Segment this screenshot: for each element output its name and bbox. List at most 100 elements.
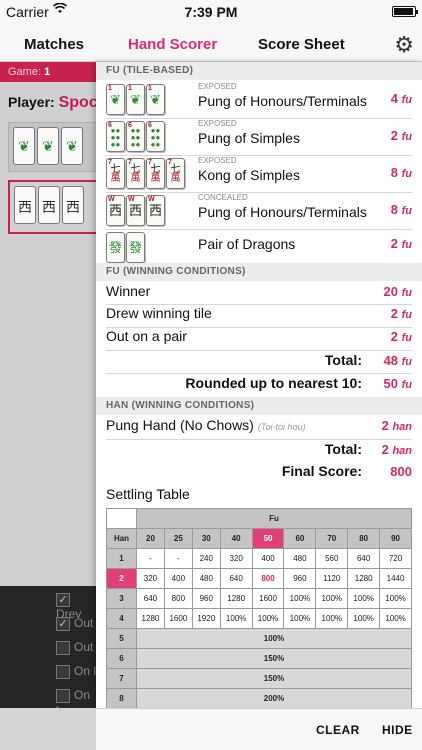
han-row-header: 1 <box>106 548 137 569</box>
clear-button[interactable]: CLEAR <box>316 723 360 737</box>
table-cell: 640 <box>219 568 253 589</box>
table-cell: 100% <box>283 588 317 609</box>
fu-rounded-label: Rounded up to nearest 10: <box>185 375 362 391</box>
table-cell: 800 <box>163 588 193 609</box>
table-cell: 800 <box>251 568 285 589</box>
bottom-toolbar: CLEAR HIDE <box>96 708 422 750</box>
han-row-header: 8 <box>106 688 137 708</box>
fu-value: 8 fu <box>390 165 412 180</box>
table-cell: 1280 <box>136 608 165 629</box>
table-cell: 720 <box>379 548 412 569</box>
final-score-row: Final Score: 800 <box>106 463 412 485</box>
table-cell: 1920 <box>191 608 221 629</box>
background-tile-group[interactable]: ❦ ❦ ❦ <box>8 122 100 172</box>
west-wind-tile-icon: W西 <box>106 195 125 226</box>
background-checkbox[interactable]: On l <box>56 664 96 684</box>
background-checkbox[interactable]: On t <box>56 688 96 717</box>
clock: 7:39 PM <box>184 4 238 20</box>
six-circles-tile-icon: 6 ●● ●● ●● <box>106 121 125 152</box>
fu-total-label: Total: <box>324 352 362 368</box>
hide-button[interactable]: HIDE <box>382 723 413 737</box>
tab-score-sheet[interactable]: Score Sheet <box>258 36 345 53</box>
meld-title: Kong of Simples <box>198 167 300 183</box>
six-circles-tile-icon: 6 ●● ●● ●● <box>146 121 165 152</box>
seven-characters-tile-icon: 7七萬 <box>166 158 185 189</box>
table-cell: - <box>136 548 165 569</box>
hand-score-popover: FU (TILE-BASED) 1 ❦ 1 ❦ 1 ❦ EXPOSED Pung of… <box>96 62 422 708</box>
fu-value: 2 fu <box>390 329 412 344</box>
meld-type-label: EXPOSED <box>198 156 237 165</box>
west-wind-tile-icon: 西 <box>14 186 36 224</box>
gear-icon[interactable]: ⚙ <box>394 32 414 58</box>
tab-matches[interactable]: Matches <box>24 36 84 53</box>
background-tile-group-selected[interactable]: 西 西 西 <box>8 180 100 234</box>
game-number: 1 <box>44 66 51 78</box>
one-bamboo-tile-icon: 1 ❦ <box>126 84 145 115</box>
table-cell-wide: 150% <box>136 648 412 669</box>
status-bar: Carrier 7:39 PM <box>0 0 422 22</box>
west-wind-tile-icon: W西 <box>146 195 165 226</box>
table-cell: 1600 <box>163 608 193 629</box>
table-cell: 100% <box>315 588 349 609</box>
han-condition-row: Pung Hand (No Chows) (Toi-toi hou) 2 han <box>106 417 412 439</box>
table-cell: 1280 <box>219 588 253 609</box>
table-cell: 400 <box>251 548 285 569</box>
table-row: 1- -240 320 400 480 560 640 720 <box>106 548 412 569</box>
table-cell: 480 <box>191 568 221 589</box>
table-cell: 1440 <box>379 568 412 589</box>
section-header-fu-tile: FU (TILE-BASED) <box>96 62 422 80</box>
table-cell: 960 <box>283 568 317 589</box>
tile-set: 7七萬 7七萬 7七萬 7七萬 <box>106 158 185 189</box>
game-bar: Game: 1 <box>0 62 96 82</box>
table-cell: 100% <box>379 608 412 629</box>
table-row: 2 320 400 480 640 800 960 1120 1280 1440 <box>106 568 412 589</box>
table-corner <box>106 508 137 529</box>
fu-column-header: 60 <box>283 528 317 549</box>
divider <box>106 439 412 440</box>
condition-title: Out on a pair <box>106 328 187 344</box>
tab-hand-scorer[interactable]: Hand Scorer <box>128 36 217 53</box>
table-cell: 100% <box>347 588 381 609</box>
fu-column-header: 25 <box>163 528 193 549</box>
table-cell: 320 <box>219 548 253 569</box>
han-total-value: 2 han <box>381 442 412 457</box>
divider <box>106 373 412 374</box>
one-bamboo-tile-icon: 1 ❦ <box>106 84 125 115</box>
tile-set: 發 發 <box>106 232 145 263</box>
background-checkbox[interactable]: ✓Drev <box>56 592 96 621</box>
final-score-label: Final Score: <box>281 463 362 479</box>
table-cell: - <box>163 548 193 569</box>
background-bottom-bar <box>0 708 96 750</box>
bamboo-tile-icon: ❦ <box>37 127 59 165</box>
one-bamboo-tile-icon: 1 ❦ <box>146 84 165 115</box>
west-wind-tile-icon: 西 <box>62 186 84 224</box>
table-cell: 480 <box>283 548 317 569</box>
fu-rounded-value: 50 fu <box>383 376 412 391</box>
han-condition-title: Pung Hand (No Chows) <box>106 417 254 433</box>
settling-table-title: Settling Table <box>106 486 190 502</box>
table-cell: 1600 <box>251 588 285 609</box>
table-row: 3 640 800 960 1280 1600 100% 100% 100% 100% <box>106 588 412 609</box>
table-cell: 960 <box>191 588 221 609</box>
background-checkbox[interactable]: Out <box>56 640 96 660</box>
bamboo-tile-icon: ❦ <box>13 127 35 165</box>
west-wind-tile-icon: 西 <box>38 186 60 224</box>
fu-rounded-row: Rounded up to nearest 10: 50 fu <box>106 375 412 397</box>
meld-title: Pair of Dragons <box>198 236 296 252</box>
fu-value: 8 fu <box>390 202 412 217</box>
han-row-header: 4 <box>106 608 137 629</box>
player-name[interactable]: Spoc <box>59 94 98 111</box>
condition-title: Drew winning tile <box>106 305 212 321</box>
six-circles-tile-icon: 6 ●● ●● ●● <box>126 121 145 152</box>
fu-tile-row: 發 發 Pair of Dragons 2 fu <box>106 230 412 266</box>
fu-value: 2 fu <box>390 128 412 143</box>
player-label: Player: <box>8 94 55 110</box>
table-row: 7 150% <box>106 668 412 689</box>
fu-tile-row: 7七萬 7七萬 7七萬 7七萬 EXPOSED Kong of Simples … <box>106 156 412 192</box>
background-checkbox[interactable]: ✓ Out <box>56 616 96 636</box>
game-label: Game: <box>8 66 42 78</box>
fu-value: 20 fu <box>383 284 412 299</box>
fu-value: 2 fu <box>390 236 412 251</box>
table-cell: 100% <box>347 608 381 629</box>
fu-column-header: 80 <box>347 528 381 549</box>
